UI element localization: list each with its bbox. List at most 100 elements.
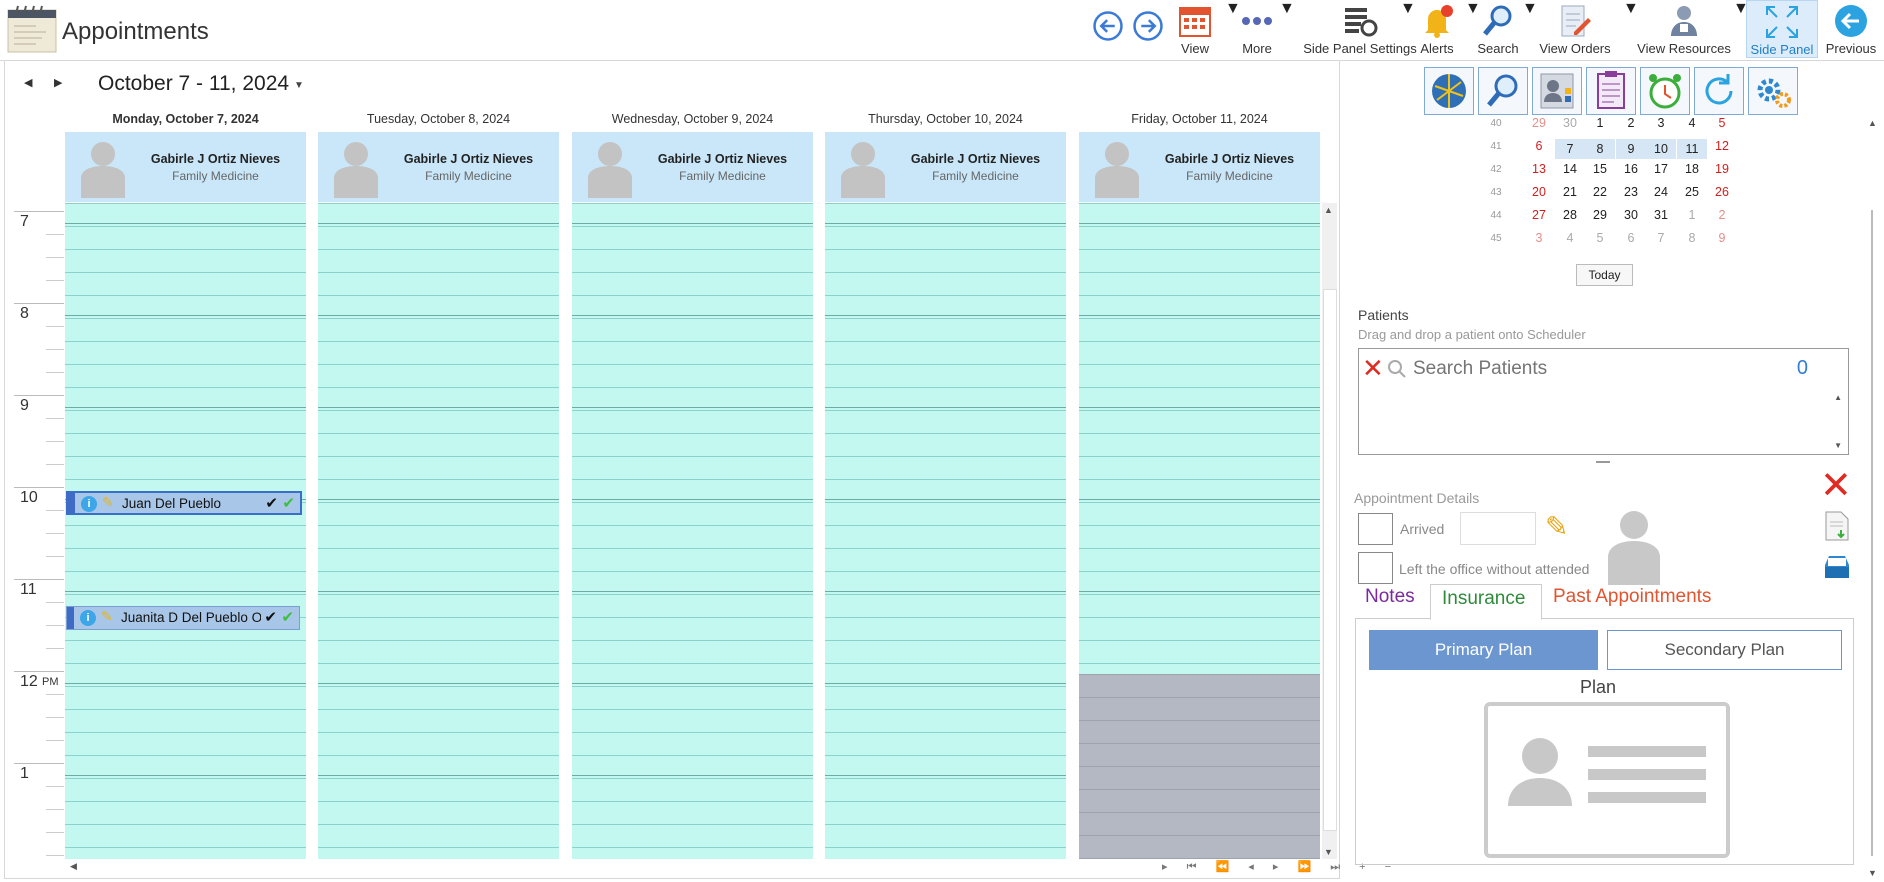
calendar-day[interactable]: 4 [1555, 231, 1585, 245]
calendar-day[interactable]: 2 [1616, 116, 1646, 130]
scroll-down-icon[interactable]: ▼ [1834, 441, 1842, 450]
calendar-day[interactable]: 8 [1585, 139, 1615, 159]
toolbar-search-button[interactable]: Search [1473, 0, 1523, 58]
scroll-up-icon[interactable]: ▲ [1868, 118, 1877, 128]
calendar-day[interactable]: 22 [1585, 185, 1615, 199]
patients-list[interactable]: ▲ ▼ [1358, 389, 1849, 455]
calendar-day[interactable]: 3 [1524, 231, 1554, 245]
scheduler-horizontal-scrollbar[interactable]: ◀ ▸ ⏮ ⏪ ◂ ▸ ⏩ ⏭ + − [66, 860, 1391, 875]
scrollbar-thumb[interactable] [1323, 289, 1337, 831]
calendar-day[interactable]: 31 [1646, 208, 1676, 222]
day-column-monday[interactable] [65, 203, 306, 859]
resource-header[interactable]: Gabirle J Ortiz Nieves Family Medicine [318, 132, 559, 202]
calendar-day[interactable]: 6 [1524, 139, 1554, 153]
clipboard-icon[interactable] [1586, 67, 1636, 115]
calendar-day[interactable]: 26 [1707, 185, 1737, 199]
calendar-day[interactable]: 21 [1555, 185, 1585, 199]
calendar-day[interactable]: 9 [1707, 231, 1737, 245]
toolbar-view-resources-button[interactable]: View Resources [1636, 0, 1732, 58]
calendar-day[interactable]: 7 [1555, 139, 1585, 159]
calendar-day[interactable]: 5 [1585, 231, 1615, 245]
calendar-day[interactable]: 13 [1524, 162, 1554, 176]
calendar-day[interactable]: 28 [1555, 208, 1585, 222]
scroll-up-icon[interactable]: ▲ [1834, 393, 1842, 402]
calendar-day[interactable]: 29 [1585, 208, 1615, 222]
calendar-day[interactable]: 15 [1585, 162, 1615, 176]
appointment-block[interactable]: i ✎ Juanita D Del Pueblo Ortiz ✔ ✔ [66, 606, 300, 630]
calendar-day[interactable]: 14 [1555, 162, 1585, 176]
arrived-time-field[interactable] [1460, 512, 1536, 545]
toolbar-side-panel-button[interactable]: Side Panel [1746, 0, 1818, 58]
pencil-icon[interactable]: ✎ [1545, 510, 1568, 543]
calendar-day[interactable]: 19 [1707, 162, 1737, 176]
calendar-day[interactable]: 2 [1707, 208, 1737, 222]
calendar-day[interactable]: 18 [1677, 162, 1707, 176]
calendar-day[interactable]: 20 [1524, 185, 1554, 199]
side-panel-scrollbar[interactable]: ▲ ▼ [1866, 118, 1881, 878]
primary-plan-button[interactable]: Primary Plan [1369, 630, 1598, 670]
calendar-day[interactable]: 1 [1677, 208, 1707, 222]
info-icon[interactable]: i [81, 496, 97, 512]
next-week-arrow[interactable]: ▶ [54, 76, 62, 89]
calendar-day[interactable]: 30 [1555, 116, 1585, 130]
scroll-up-icon[interactable]: ▲ [1324, 205, 1333, 215]
scroll-down-icon[interactable]: ▼ [1324, 847, 1333, 857]
calendar-day[interactable]: 24 [1646, 185, 1676, 199]
delete-x-icon[interactable]: ✕ [1820, 466, 1852, 506]
calendar-day[interactable]: 17 [1646, 162, 1676, 176]
alarm-clock-icon[interactable] [1640, 67, 1690, 115]
calendar-day[interactable]: 16 [1616, 162, 1646, 176]
nav-back-button[interactable] [1091, 0, 1125, 58]
calendar-day[interactable]: 6 [1616, 231, 1646, 245]
tab-insurance-active[interactable]: Insurance [1430, 584, 1542, 620]
scrollbar-track[interactable] [1871, 210, 1873, 856]
info-icon[interactable]: i [80, 610, 96, 626]
document-download-icon[interactable] [1823, 510, 1851, 542]
patient-search-box[interactable]: ✕ 0 [1358, 348, 1849, 390]
calendar-day[interactable]: 25 [1677, 185, 1707, 199]
day-column-tuesday[interactable] [318, 203, 559, 859]
calendar-day[interactable]: 4 [1677, 116, 1707, 130]
calendar-day[interactable]: 8 [1677, 231, 1707, 245]
resource-header[interactable]: Gabirle J Ortiz Nieves Family Medicine [1079, 132, 1320, 202]
appointment-block[interactable]: i ✎ Juan Del Pueblo ✔ ✔ [66, 491, 302, 515]
globe-network-icon[interactable] [1424, 67, 1474, 115]
date-range-dropdown-icon[interactable]: ▼ [294, 80, 304, 91]
toolbar-view-button[interactable]: View [1170, 0, 1220, 58]
calendar-day[interactable]: 23 [1616, 185, 1646, 199]
calendar-day[interactable]: 30 [1616, 208, 1646, 222]
arrived-checkbox[interactable] [1358, 513, 1393, 545]
calendar-day[interactable]: 27 [1524, 208, 1554, 222]
date-range-label[interactable]: October 7 - 11, 2024 [98, 72, 289, 96]
tab-past-appointments[interactable]: Past Appointments [1553, 586, 1711, 608]
day-column-wednesday[interactable] [572, 203, 813, 859]
toolbar-view-orders-button[interactable]: View Orders [1536, 0, 1614, 58]
calendar-day[interactable]: 11 [1677, 139, 1707, 159]
magnifier-icon[interactable] [1478, 67, 1528, 115]
scheduler-vertical-scrollbar[interactable]: ▲ ▼ [1322, 203, 1337, 859]
splitter-handle[interactable] [1596, 461, 1610, 463]
calendar-day[interactable]: 10 [1646, 139, 1676, 159]
left-office-checkbox[interactable] [1358, 552, 1393, 584]
secondary-plan-button[interactable]: Secondary Plan [1607, 630, 1842, 670]
inbox-tray-icon[interactable] [1822, 553, 1852, 581]
id-card-icon[interactable] [1532, 67, 1582, 115]
scroll-left-icon[interactable]: ◀ [70, 861, 77, 872]
calendar-day[interactable]: 12 [1707, 139, 1737, 153]
calendar-day[interactable]: 3 [1646, 116, 1676, 130]
day-column-thursday[interactable] [825, 203, 1066, 859]
calendar-day[interactable]: 5 [1707, 116, 1737, 130]
toolbar-more-button[interactable]: More [1232, 0, 1282, 58]
clear-icon[interactable]: ✕ [1362, 353, 1384, 383]
refresh-icon[interactable] [1694, 67, 1744, 115]
resource-header[interactable]: Gabirle J Ortiz Nieves Family Medicine [572, 132, 813, 202]
settings-gears-icon[interactable] [1748, 67, 1798, 115]
toolbar-alerts-button[interactable]: Alerts [1412, 0, 1462, 58]
resource-header[interactable]: Gabirle J Ortiz Nieves Family Medicine [65, 132, 306, 202]
scroll-down-icon[interactable]: ▼ [1868, 868, 1877, 878]
calendar-day[interactable]: 29 [1524, 116, 1554, 130]
calendar-day[interactable]: 7 [1646, 231, 1676, 245]
tab-notes[interactable]: Notes [1365, 586, 1415, 608]
patient-search-input[interactable] [1411, 355, 1755, 383]
prev-week-arrow[interactable]: ◀ [24, 76, 32, 89]
